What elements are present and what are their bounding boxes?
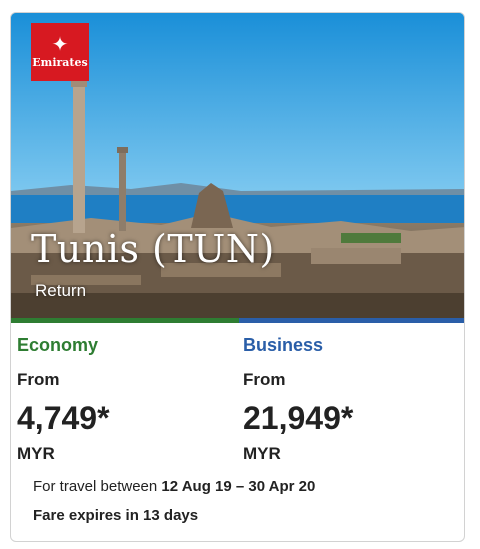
business-price: 21,949* <box>243 400 354 436</box>
economy-label: Economy <box>17 335 99 355</box>
economy-accent-bar <box>11 318 239 323</box>
emirates-logo: ✦ Emirates <box>31 23 89 81</box>
economy-currency: MYR <box>17 444 55 463</box>
business-from: From <box>243 370 286 389</box>
economy-from: From <box>17 370 60 389</box>
economy-fare[interactable]: Economy From 4,749* MYR <box>17 335 110 464</box>
travel-dates: 12 Aug 19 – 30 Apr 20 <box>161 478 316 495</box>
business-accent-bar <box>239 318 464 323</box>
destination-image: ✦ Emirates Tunis (TUN) Return <box>11 13 464 318</box>
business-currency: MYR <box>243 444 281 463</box>
economy-price: 4,749* <box>17 400 110 436</box>
logo-text: Emirates <box>32 55 88 69</box>
destination-title: Tunis (TUN) <box>31 227 275 271</box>
business-fare[interactable]: Business From 21,949* MYR <box>243 335 353 464</box>
fare-card[interactable]: ✦ Emirates Tunis (TUN) Return Economy Fr… <box>10 12 465 542</box>
fare-expiry: Fare expires in 13 days <box>33 507 199 524</box>
calligraphy-icon: ✦ <box>51 31 69 56</box>
travel-period: For travel between 12 Aug 19 – 30 Apr 20 <box>33 478 315 495</box>
trip-type: Return <box>35 281 87 300</box>
business-label: Business <box>243 335 324 355</box>
travel-prefix: For travel between <box>33 478 158 495</box>
